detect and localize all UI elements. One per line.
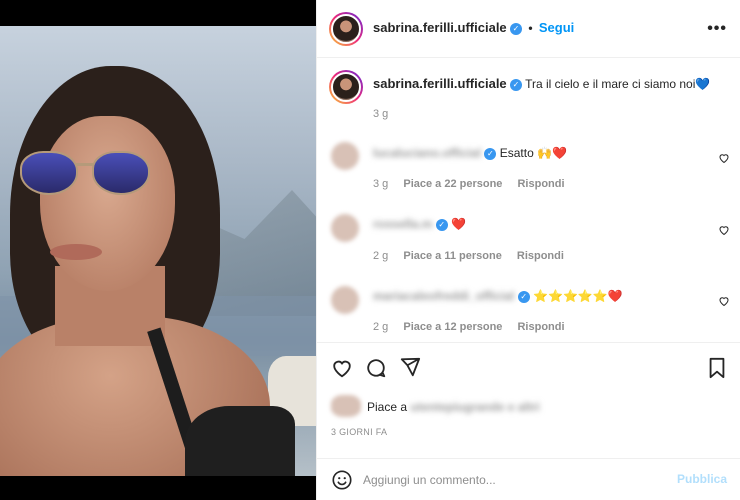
comment-text: ⭐⭐⭐⭐⭐❤️ (533, 289, 623, 303)
likes-blurred-users[interactable]: utentepiugrande e altri (410, 400, 539, 414)
comment-reply-button[interactable]: Rispondi (517, 178, 564, 190)
comment-like-heart-icon[interactable] (718, 152, 730, 164)
comment-reply-button[interactable]: Rispondi (517, 321, 564, 333)
comment-bubble-icon[interactable] (365, 357, 387, 379)
comment-like-heart-icon[interactable] (718, 295, 730, 307)
caption-age: 3 g (373, 108, 389, 120)
post-photo[interactable] (0, 26, 316, 476)
comment-avatar[interactable] (331, 214, 359, 242)
comment-age: 2 g (373, 250, 389, 262)
comment-like-heart-icon[interactable] (718, 224, 730, 236)
comment-likes[interactable]: Piace a 11 persone (403, 250, 501, 262)
like-heart-icon[interactable] (331, 357, 353, 379)
comment-avatar[interactable] (331, 142, 359, 170)
comment-avatar[interactable] (331, 286, 359, 314)
post-sidebar: sabrina.ferilli.ufficiale ✓ • Segui ••• … (316, 0, 740, 500)
comment-likes[interactable]: Piace a 12 persone (403, 321, 502, 333)
share-send-icon[interactable] (399, 356, 421, 378)
comment-likes[interactable]: Piace a 22 persone (403, 178, 502, 190)
save-bookmark-icon[interactable] (707, 357, 727, 379)
caption-avatar[interactable] (329, 70, 363, 104)
verified-badge-icon: ✓ (484, 147, 497, 160)
verified-badge-icon: ✓ (510, 22, 522, 35)
publish-button[interactable]: Pubblica (677, 472, 727, 486)
separator-dot: • (528, 21, 533, 35)
post-image-pane (0, 0, 316, 500)
comment-username[interactable]: rossella.m (373, 217, 432, 231)
author-username[interactable]: sabrina.ferilli.ufficiale (373, 20, 507, 35)
photo-swimsuit (185, 406, 295, 476)
verified-badge-icon: ✓ (435, 218, 448, 231)
comment-text: Esatto 🙌❤️ (499, 146, 567, 160)
comment-username[interactable]: lucaluciano.official (373, 146, 481, 160)
add-comment-input[interactable] (363, 471, 663, 489)
photo-lips (50, 244, 102, 260)
photo-sunglasses (20, 151, 160, 206)
verified-badge-icon: ✓ (517, 290, 530, 303)
verified-badge-icon: ✓ (510, 78, 522, 91)
author-avatar[interactable] (329, 12, 363, 46)
more-options-icon[interactable]: ••• (707, 20, 727, 38)
caption-username[interactable]: sabrina.ferilli.ufficiale (373, 76, 507, 91)
caption-text: Tra il cielo e il mare ci siamo noi (525, 77, 696, 91)
follow-button[interactable]: Segui (539, 20, 574, 35)
comment-age: 3 g (373, 178, 389, 190)
posted-time: 3 GIORNI FA (331, 427, 388, 437)
post-actions: Piace a utentepiugrande e altri 3 GIORNI… (317, 342, 740, 462)
emoji-smiley-icon[interactable] (331, 469, 353, 491)
comment-username[interactable]: mariacaleofreddi_official (373, 289, 514, 303)
comment-text: ❤️ (451, 217, 467, 231)
caption-emoji: 💙 (695, 77, 711, 91)
comment-age: 2 g (373, 321, 389, 333)
liker-avatar[interactable] (331, 395, 361, 417)
likes-prefix: Piace a (367, 400, 408, 414)
post-header: sabrina.ferilli.ufficiale ✓ • Segui ••• (317, 0, 740, 58)
comment-reply-button[interactable]: Rispondi (517, 250, 564, 262)
add-comment-bar: Pubblica (317, 458, 740, 500)
